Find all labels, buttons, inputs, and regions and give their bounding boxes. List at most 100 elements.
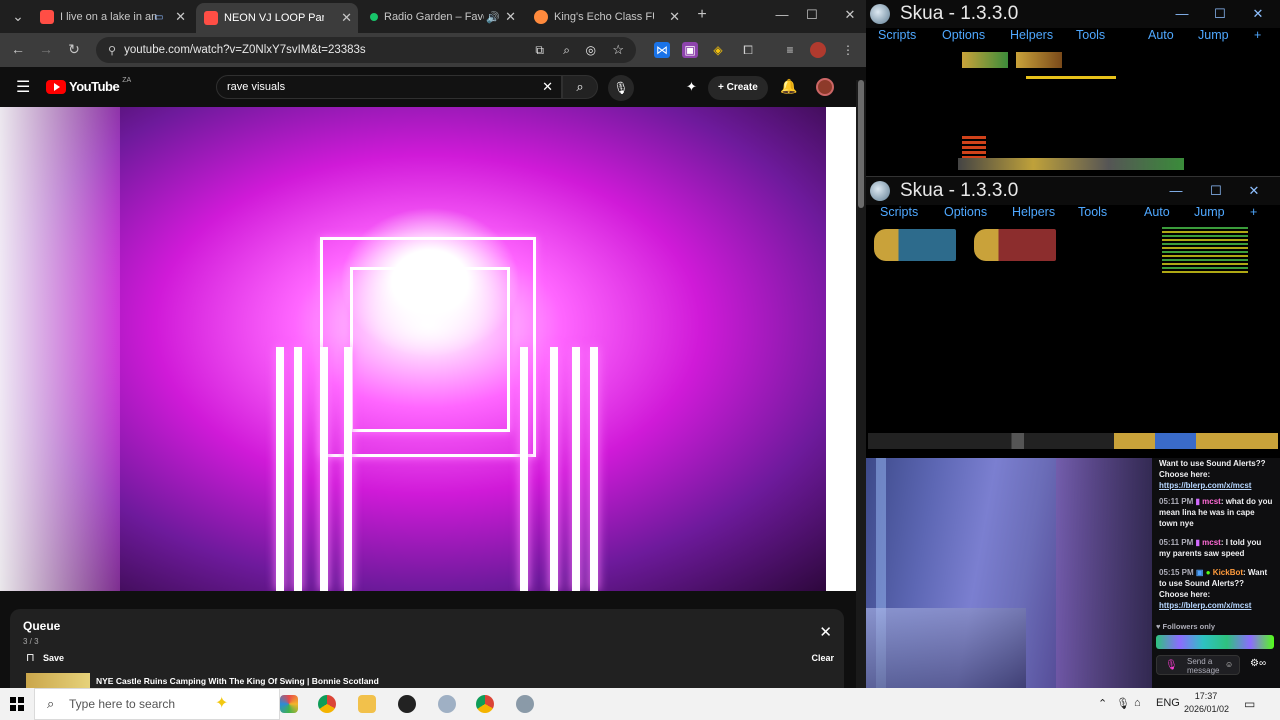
extension-translate-icon[interactable]: ⋈ (654, 42, 670, 58)
skua-app-icon[interactable] (438, 695, 456, 713)
chat-username[interactable]: mcst (1202, 538, 1221, 547)
install-icon[interactable]: ⧉ (535, 43, 544, 58)
menu-options[interactable]: Options (942, 28, 985, 42)
menu-helpers[interactable]: Helpers (1012, 205, 1055, 219)
menu-options[interactable]: Options (944, 205, 987, 219)
extensions-puzzle-icon[interactable]: ⧠ (740, 42, 756, 58)
menu-auto[interactable]: Auto (1144, 205, 1170, 219)
settings-icon[interactable]: ⚙∞ (1250, 658, 1266, 669)
menu-scripts[interactable]: Scripts (878, 28, 916, 42)
forward-icon[interactable]: → (36, 41, 56, 57)
tracking-icon[interactable]: ◎ (586, 43, 596, 57)
youtube-logo[interactable]: YouTube ZA (46, 77, 131, 94)
hamburger-menu-icon[interactable]: ☰ (16, 77, 30, 97)
menu-tools[interactable]: Tools (1076, 28, 1105, 42)
menu-add[interactable]: + (1254, 28, 1261, 42)
account-avatar[interactable] (816, 78, 834, 96)
close-window-icon[interactable]: ✕ (836, 7, 864, 23)
chat-username[interactable]: KickBot (1213, 568, 1243, 577)
extension-media-icon[interactable]: ▣ (682, 42, 698, 58)
profile-avatar[interactable] (810, 42, 826, 58)
clear-search-icon[interactable]: ✕ (542, 76, 553, 98)
close-tab-icon[interactable]: ✕ (341, 10, 352, 26)
notifications-bell-icon[interactable]: 🔔 (780, 78, 797, 95)
chrome-app-icon[interactable] (318, 695, 336, 713)
search-button[interactable]: ⌕ (562, 75, 598, 99)
chat-text: Want to use Sound Alerts?? Choose here: (1159, 459, 1266, 479)
chrome-app-icon-2[interactable] (476, 695, 494, 713)
minimize-icon[interactable]: — (1166, 183, 1186, 198)
queue-clear-button[interactable]: Clear (811, 653, 834, 663)
game-banner (1026, 76, 1116, 79)
extension-gem-icon[interactable]: ◈ (710, 42, 726, 58)
maximize-icon[interactable]: ☐ (1210, 6, 1230, 22)
audio-playing-icon[interactable]: 🔊 (486, 11, 500, 24)
menu-jump[interactable]: Jump (1198, 28, 1229, 42)
new-tab-button[interactable]: + (692, 6, 712, 24)
photos-app-icon[interactable] (280, 695, 298, 713)
menu-scripts[interactable]: Scripts (880, 205, 918, 219)
close-queue-icon[interactable]: ✕ (819, 623, 832, 641)
minimize-icon[interactable]: — (768, 7, 796, 22)
obs-app-icon[interactable] (398, 695, 416, 713)
address-bar[interactable]: ⚲ youtube.com/watch?v=Z0NlxY7svIM&t=2338… (96, 37, 636, 63)
tab-neon-vj[interactable]: NEON VJ LOOP Party Ligh ✕ (196, 3, 358, 33)
stream-video[interactable] (866, 458, 1152, 688)
chat-link[interactable]: https://blerp.com/x/mcst (1159, 601, 1251, 610)
zoom-icon[interactable]: ⌕ (563, 43, 570, 58)
url-text: youtube.com/watch?v=Z0NlxY7svIM&t=23383s (124, 44, 366, 56)
user-badge-icon: ▮ (1195, 538, 1200, 547)
queue-thumbnail[interactable] (26, 673, 90, 688)
tray-mic-icon[interactable]: 🎙 (1116, 697, 1130, 710)
target-status-frame (974, 229, 1056, 261)
queue-save-button[interactable]: Save (43, 653, 64, 663)
notifications-icon[interactable]: ▭ (1244, 697, 1255, 711)
close-tab-icon[interactable]: ✕ (175, 9, 186, 25)
maximize-icon[interactable]: ☐ (798, 7, 826, 23)
chat-input[interactable]: 🎙 Send a message ☺ (1156, 655, 1240, 675)
page-scrollbar[interactable] (856, 80, 866, 688)
close-window-icon[interactable]: ✕ (1248, 6, 1268, 22)
language-indicator[interactable]: ENG (1156, 697, 1180, 709)
menu-jump[interactable]: Jump (1194, 205, 1225, 219)
close-window-icon[interactable]: ✕ (1244, 183, 1264, 199)
menu-tools[interactable]: Tools (1078, 205, 1107, 219)
minimize-icon[interactable]: — (1172, 6, 1192, 21)
maximize-icon[interactable]: ☐ (1206, 183, 1226, 199)
chrome-menu-icon[interactable]: ⋮ (840, 42, 856, 58)
emoji-icon[interactable]: ☺ (1225, 660, 1233, 669)
youtube-search-input[interactable]: rave visuals ✕ (216, 75, 562, 99)
chat-link[interactable]: https://blerp.com/x/mcst (1159, 481, 1251, 490)
queue-item-title[interactable]: NYE Castle Ruins Camping With The King O… (96, 676, 379, 686)
reload-icon[interactable]: ↻ (64, 41, 84, 58)
tab-search-icon[interactable]: ⌄ (8, 8, 28, 25)
bookmark-star-icon[interactable]: ☆ (612, 42, 624, 58)
back-icon[interactable]: ← (8, 41, 28, 57)
menu-auto[interactable]: Auto (1148, 28, 1174, 42)
skua-app-icon-2[interactable] (516, 695, 534, 713)
video-player[interactable] (0, 107, 856, 591)
voice-search-button[interactable]: 🎙 (608, 75, 634, 101)
close-tab-icon[interactable]: ✕ (505, 9, 516, 25)
windows-start-icon[interactable] (10, 697, 24, 711)
menu-add[interactable]: + (1250, 205, 1257, 219)
chat-username[interactable]: mcst (1202, 497, 1221, 506)
tab-kings-echo[interactable]: King's Echo Class FULL G ✕ (526, 4, 686, 30)
taskbar-search-box[interactable]: ⌕ Type here to search ✦ (34, 688, 280, 720)
queue-panel: Queue 3 / 3 ⊓ Save ✕ Clear NYE Castle Ru… (10, 609, 844, 688)
media-controls-icon[interactable]: ≡ (782, 42, 798, 58)
save-bookmark-icon[interactable]: ⊓ (26, 651, 35, 664)
emote-bar[interactable] (1156, 635, 1274, 649)
tab-radio-garden[interactable]: Radio Garden – Favo 🔊 ✕ (362, 4, 522, 30)
site-info-icon[interactable]: ⚲ (108, 44, 116, 57)
tab-lake[interactable]: I live on a lake in an u ▭ ✕ (32, 4, 192, 30)
menu-helpers[interactable]: Helpers (1010, 28, 1053, 42)
clock[interactable]: 17:37 2026/01/02 (1184, 690, 1229, 716)
file-explorer-icon[interactable] (358, 695, 376, 713)
sparkle-icon[interactable]: ✦ (686, 79, 697, 95)
scrollbar-thumb[interactable] (858, 80, 864, 208)
create-button[interactable]: + Create (708, 76, 768, 100)
close-tab-icon[interactable]: ✕ (669, 9, 680, 25)
microphone-icon[interactable]: 🎙 (1165, 660, 1178, 671)
tray-overflow-icon[interactable]: ⌃ (1098, 697, 1107, 710)
